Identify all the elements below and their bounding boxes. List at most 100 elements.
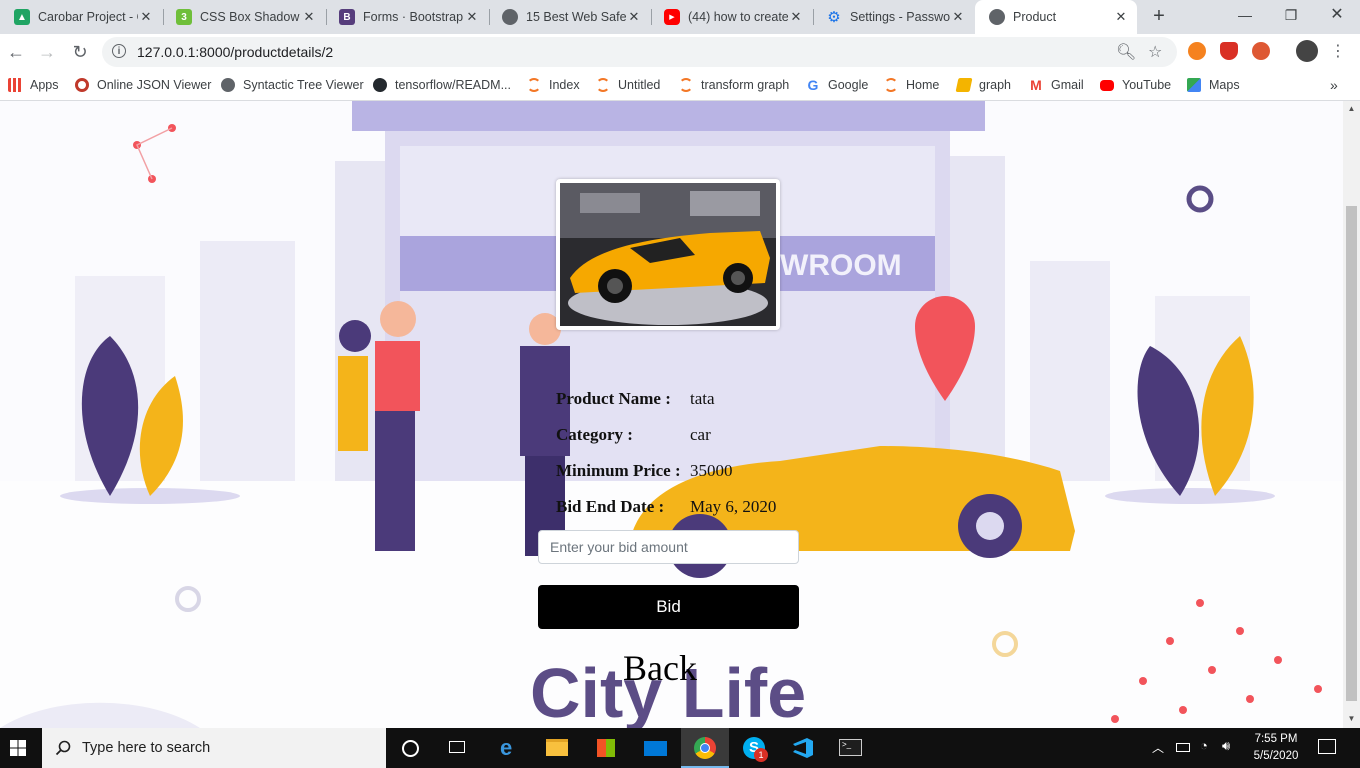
close-tab-icon[interactable]: ✕ xyxy=(788,9,804,25)
site-info-icon[interactable]: i xyxy=(112,44,126,58)
bookmarks-overflow-icon[interactable]: » xyxy=(1330,76,1338,94)
scrollbar-thumb[interactable] xyxy=(1346,206,1357,701)
tab-carobar-project[interactable]: ▲ Carobar Project - G ✕ xyxy=(0,0,162,34)
tab-web-safe-fonts[interactable]: 15 Best Web Safe F ✕ xyxy=(488,0,650,34)
bookmark-transform-graph[interactable]: transform graph xyxy=(679,76,789,94)
windows-taskbar: Type here to search e S 1 >_ ︿ ◔ 🔊︎ 7:55… xyxy=(0,728,1360,768)
restore-button[interactable]: ❐ xyxy=(1268,0,1314,30)
product-details-content: Product Name : tata Category : car Minim… xyxy=(0,101,1343,728)
minimize-button[interactable]: — xyxy=(1222,0,1268,30)
extension-fire-icon[interactable] xyxy=(1188,42,1206,60)
bookmark-google[interactable]: G Google xyxy=(806,76,869,94)
bookmarks-bar: Apps Online JSON Viewer Syntactic Tree V… xyxy=(0,70,1360,101)
maps-icon xyxy=(1187,78,1201,92)
scroll-down-arrow-icon[interactable]: ▼ xyxy=(1343,714,1360,723)
back-link[interactable]: Back xyxy=(623,647,697,689)
zoom-search-icon[interactable]: 🔍︎ xyxy=(1116,42,1136,62)
close-tab-icon[interactable]: ✕ xyxy=(950,9,966,25)
terminal-icon[interactable]: >_ xyxy=(827,728,875,768)
search-icon xyxy=(55,740,71,756)
jupyter-icon xyxy=(596,78,610,92)
page-scrollbar[interactable]: ▲ ▼ xyxy=(1343,101,1360,728)
mail-icon[interactable] xyxy=(632,728,680,768)
css3-icon: 3 xyxy=(176,9,192,25)
taskbar-search-box[interactable]: Type here to search xyxy=(42,728,386,768)
bootstrap-icon: B xyxy=(339,9,355,25)
page-viewport: WROOM City Life Product Name: tata Cate… xyxy=(0,101,1343,728)
skype-icon[interactable]: S 1 xyxy=(730,728,778,768)
close-tab-icon[interactable]: ✕ xyxy=(626,9,642,25)
bookmark-tensorflow-readme[interactable]: tensorflow/READM... xyxy=(373,76,511,94)
tab-product-active[interactable]: Product ✕ xyxy=(975,0,1137,34)
bookmark-graph[interactable]: graph xyxy=(955,76,1011,94)
bid-end-date-value: May 6, 2020 xyxy=(690,497,777,516)
url-text[interactable]: 127.0.0.1:8000/productdetails/2 xyxy=(137,44,333,60)
battery-icon[interactable] xyxy=(1176,743,1190,752)
action-center-icon[interactable] xyxy=(1318,739,1336,754)
bookmark-home[interactable]: Home xyxy=(884,76,939,94)
category-value: car xyxy=(690,425,711,444)
bookmark-untitled[interactable]: Untitled xyxy=(596,76,660,94)
bookmark-gmail[interactable]: M Gmail xyxy=(1029,76,1084,94)
windows-start-button[interactable] xyxy=(0,728,42,768)
tab-css-box-shadow[interactable]: 3 CSS Box Shadow ✕ xyxy=(162,0,325,34)
bookmark-online-json-viewer[interactable]: Online JSON Viewer xyxy=(75,76,211,94)
forward-arrow-icon[interactable]: → xyxy=(35,40,59,64)
bookmark-youtube[interactable]: YouTube xyxy=(1100,76,1171,94)
volume-icon[interactable]: 🔊︎ xyxy=(1222,738,1230,754)
close-tab-icon[interactable]: ✕ xyxy=(138,9,154,25)
bid-end-date-label: Bid End Date : xyxy=(556,497,665,516)
windows-logo-icon xyxy=(10,740,26,756)
edge-icon[interactable]: e xyxy=(486,728,534,768)
product-name-label: Product Name : xyxy=(556,389,671,408)
close-tab-icon[interactable]: ✕ xyxy=(1113,9,1129,25)
cortana-icon[interactable] xyxy=(386,728,434,768)
globe-icon xyxy=(221,78,235,92)
task-view-icon[interactable] xyxy=(434,728,482,768)
avatar[interactable] xyxy=(1296,40,1318,62)
extension-shield-icon[interactable] xyxy=(1220,42,1238,60)
json-viewer-icon xyxy=(75,78,89,92)
bookmark-star-icon[interactable]: ☆ xyxy=(1148,42,1162,62)
taskbar-search-placeholder: Type here to search xyxy=(82,740,211,756)
close-tab-icon[interactable]: ✕ xyxy=(464,9,480,25)
bookmark-syntactic-tree-viewer[interactable]: Syntactic Tree Viewer xyxy=(221,76,364,94)
new-tab-button[interactable]: + xyxy=(1148,5,1170,27)
wifi-icon[interactable]: ◔ xyxy=(1200,738,1208,753)
file-explorer-icon[interactable] xyxy=(534,728,582,768)
menu-kebab-icon[interactable]: ⋮ xyxy=(1326,40,1350,64)
duckduckgo-icon[interactable] xyxy=(1252,42,1270,60)
bookmark-maps[interactable]: Maps xyxy=(1187,76,1240,94)
bookmark-apps[interactable]: Apps xyxy=(8,76,59,94)
minimum-price-value: 35000 xyxy=(690,461,733,480)
tab-settings-passwords[interactable]: ⚙ Settings - Passwor ✕ xyxy=(812,0,974,34)
microsoft-store-icon[interactable] xyxy=(583,728,631,768)
close-tab-icon[interactable]: ✕ xyxy=(301,9,317,25)
bid-button[interactable]: Bid xyxy=(538,585,799,629)
tab-youtube-how-to-create[interactable]: ▶ (44) how to create ✕ xyxy=(650,0,812,34)
show-hidden-icons-icon[interactable]: ︿ xyxy=(1152,739,1164,756)
bid-amount-input[interactable] xyxy=(538,530,799,564)
jupyter-icon xyxy=(527,78,541,92)
vscode-icon[interactable] xyxy=(779,728,827,768)
globe-icon xyxy=(989,9,1005,25)
address-bar[interactable]: i 127.0.0.1:8000/productdetails/2 🔍︎ ☆ xyxy=(102,37,1177,67)
reload-icon[interactable]: ↻ xyxy=(68,40,92,64)
tab-strip: ▲ Carobar Project - G ✕ 3 CSS Box Shadow… xyxy=(0,0,1360,34)
taskbar-clock[interactable]: 7:55 PM 5/5/2020 xyxy=(1247,731,1305,765)
browser-toolbar: ← → ↻ i 127.0.0.1:8000/productdetails/2 … xyxy=(0,34,1360,70)
google-drive-icon: ▲ xyxy=(14,9,30,25)
car-photo xyxy=(560,183,776,326)
tab-forms-bootstrap[interactable]: B Forms · Bootstrap ✕ xyxy=(325,0,488,34)
close-window-button[interactable]: ✕ xyxy=(1314,0,1360,30)
product-image xyxy=(556,179,780,330)
gmail-icon: M xyxy=(1030,77,1042,93)
back-arrow-icon[interactable]: ← xyxy=(4,40,28,64)
clock-time: 7:55 PM xyxy=(1254,733,1298,745)
chrome-icon[interactable] xyxy=(681,728,729,768)
bookmark-index[interactable]: Index xyxy=(527,76,580,94)
skype-badge: 1 xyxy=(754,748,768,762)
scroll-up-arrow-icon[interactable]: ▲ xyxy=(1343,104,1360,113)
product-name-value: tata xyxy=(690,389,715,408)
minimum-price-label: Minimum Price : xyxy=(556,461,681,480)
